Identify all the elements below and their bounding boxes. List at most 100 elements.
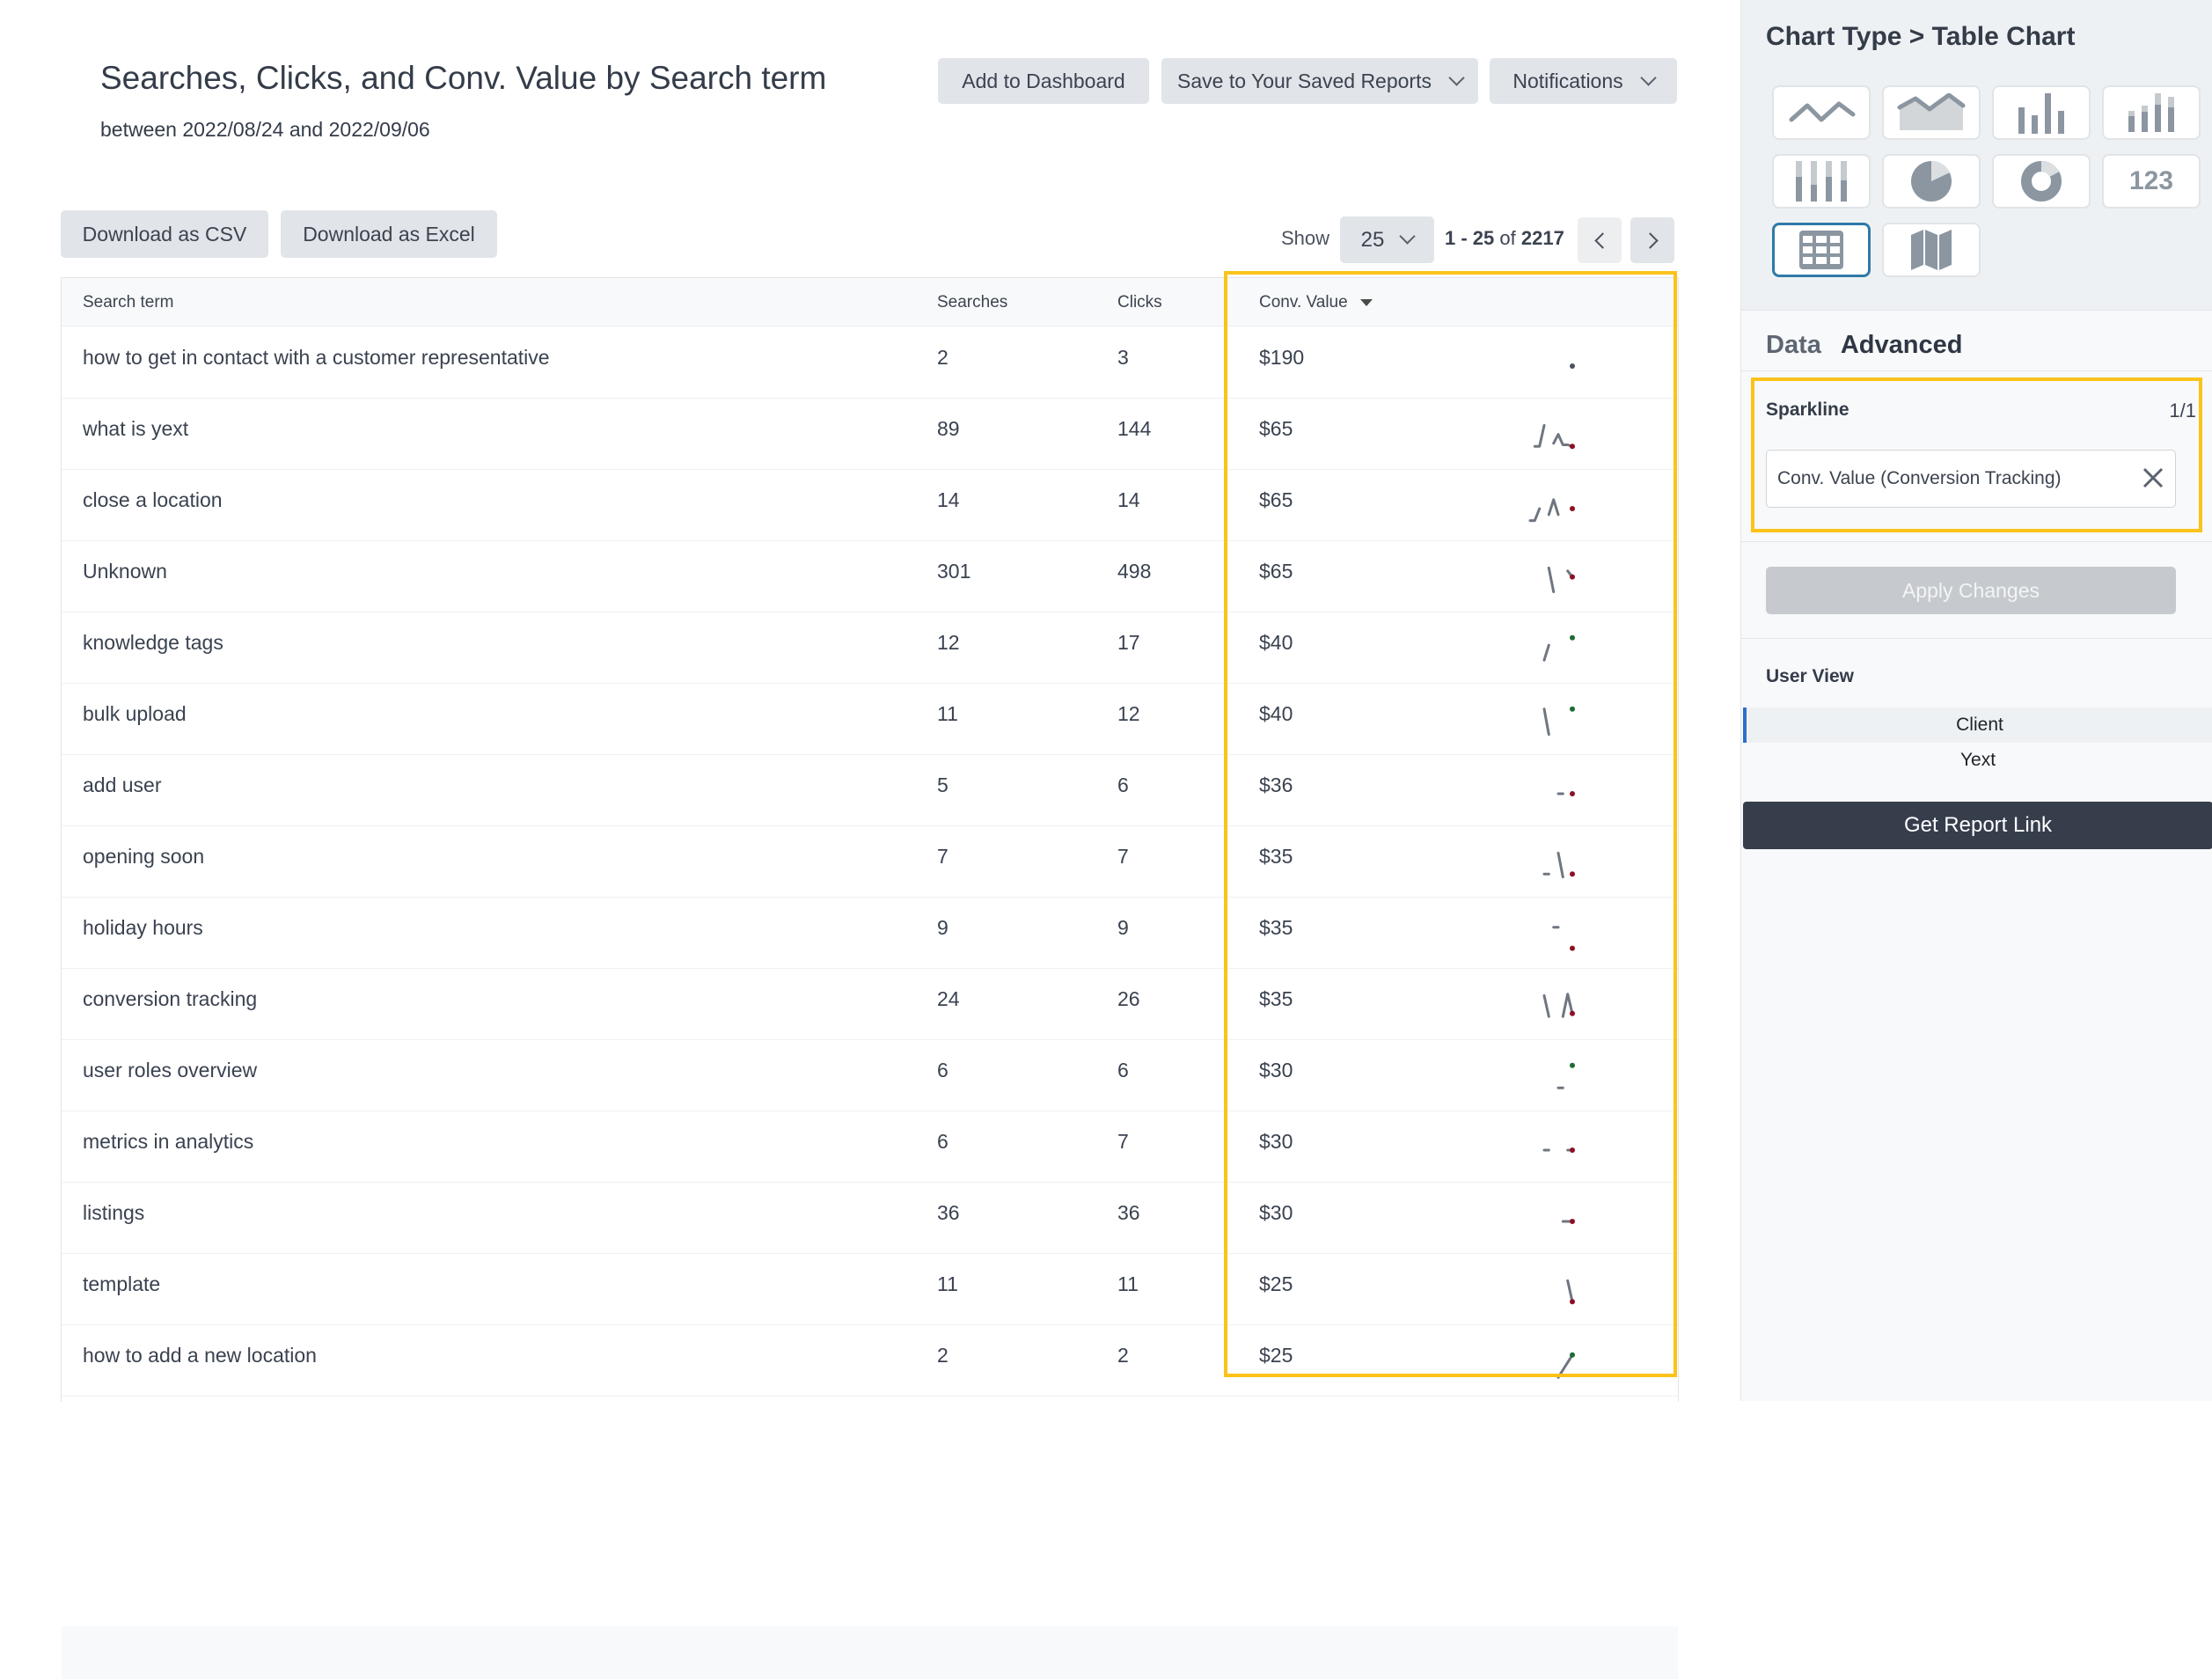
close-icon[interactable]: [2140, 465, 2166, 491]
searches-cell: 12: [937, 631, 960, 654]
column-header-conv-value-label: Conv. Value: [1259, 293, 1348, 312]
table-row: bulk upload 11 12 $40: [62, 683, 1678, 755]
divider: [1741, 541, 2212, 542]
tab-data[interactable]: Data: [1766, 331, 1821, 359]
sparkline-count: 1/1: [2169, 400, 2196, 422]
sparkline-end-dot: [1570, 791, 1575, 796]
report-main: Searches, Clicks, and Conv. Value by Sea…: [0, 0, 1740, 1679]
searches-cell: 14: [937, 488, 960, 511]
chart-type-bar-chart[interactable]: [1992, 85, 2091, 140]
sparkline-label: Sparkline: [1766, 400, 1849, 420]
next-page-button[interactable]: [1630, 217, 1674, 263]
chart-type-pie-chart[interactable]: [1882, 154, 1981, 209]
table-header: Search term Searches Clicks Conv. Value: [62, 278, 1678, 326]
searches-cell: 6: [937, 1059, 949, 1081]
sparkline-end-dot: [1570, 574, 1575, 580]
chart-type-heading: Chart Type > Table Chart: [1766, 22, 2076, 51]
bar-chart-icon: [2015, 92, 2068, 134]
search-term-cell: how to add a new location: [83, 1344, 317, 1367]
searches-cell: 11: [937, 1272, 958, 1295]
searches-cell: 2: [937, 346, 949, 369]
download-excel-label: Download as Excel: [303, 222, 475, 246]
conv-value-cell: $40: [1259, 631, 1293, 654]
conv-value-cell: $65: [1259, 488, 1293, 511]
report-date-range: between 2022/08/24 and 2022/09/06: [100, 118, 430, 141]
searches-cell: 36: [937, 1201, 960, 1224]
sparkline-metric-field[interactable]: Conv. Value (Conversion Tracking): [1766, 450, 2176, 508]
notifications-button[interactable]: Notifications: [1490, 58, 1677, 104]
column-header-searches[interactable]: Searches: [937, 293, 1007, 312]
clicks-cell: 6: [1117, 774, 1129, 796]
search-term-cell: metrics in analytics: [83, 1130, 254, 1153]
sparkline-segment: [1556, 1353, 1574, 1379]
download-csv-button[interactable]: Download as CSV: [61, 210, 268, 258]
sparkline: [1533, 423, 1575, 450]
add-to-dashboard-label: Add to Dashboard: [962, 69, 1125, 92]
user-view-option-client[interactable]: Client: [1743, 708, 2212, 743]
sparkline: [1542, 851, 1575, 879]
get-report-link-button[interactable]: Get Report Link: [1743, 802, 2212, 849]
chart-type-line-chart[interactable]: [1772, 85, 1871, 140]
chart-type-donut-chart[interactable]: [1992, 154, 2091, 209]
pie-chart-icon: [1910, 160, 1952, 202]
column-header-conv-value[interactable]: Conv. Value: [1259, 293, 1373, 312]
line-chart-icon: [1786, 95, 1857, 130]
sort-descending-icon: [1359, 298, 1373, 306]
searches-cell: 2: [937, 1344, 949, 1367]
page-range: 1 - 25 of 2217: [1445, 227, 1564, 250]
sparkline-segment: [1542, 708, 1550, 737]
chart-type-map-chart[interactable]: [1882, 223, 1981, 277]
search-term-cell: add user: [83, 774, 162, 796]
clicks-cell: 2: [1117, 1344, 1129, 1367]
clicks-cell: 9: [1117, 916, 1129, 939]
user-view-option-yext[interactable]: Yext: [1743, 743, 2212, 778]
sparkline: [1556, 791, 1575, 796]
apply-changes-button[interactable]: Apply Changes: [1766, 567, 2176, 614]
chart-type-table-chart[interactable]: [1772, 223, 1871, 277]
conv-value-cell: $35: [1259, 845, 1293, 868]
tabs-divider: [1741, 370, 2212, 371]
page-size-select[interactable]: 25: [1340, 216, 1434, 263]
divider: [1741, 638, 2212, 639]
sparkline: [1561, 1219, 1575, 1224]
sparkline-end-dot: [1570, 945, 1575, 951]
download-excel-button[interactable]: Download as Excel: [281, 210, 497, 258]
table-row: template 11 11 $25: [62, 1253, 1678, 1325]
clicks-cell: 12: [1117, 702, 1140, 725]
add-to-dashboard-button[interactable]: Add to Dashboard: [938, 58, 1149, 104]
chart-type-percent-bar-chart[interactable]: [1772, 154, 1871, 209]
table-icon: [1799, 231, 1843, 269]
sparkline: [1552, 926, 1575, 951]
sparkline-end-dot: [1570, 1010, 1575, 1016]
conv-value-cell: $36: [1259, 774, 1293, 796]
page-range-current: 1 - 25: [1445, 227, 1495, 249]
sparkline-end-dot: [1570, 444, 1575, 450]
column-header-clicks[interactable]: Clicks: [1117, 293, 1162, 312]
chart-type-area-chart[interactable]: [1882, 85, 1981, 140]
column-header-search-term[interactable]: Search term: [83, 293, 173, 312]
searches-cell: 301: [937, 560, 971, 583]
table-row: holiday hours 9 9 $35: [62, 897, 1678, 969]
searches-cell: 5: [937, 774, 949, 796]
number-icon: 123: [2128, 166, 2174, 195]
save-reports-button[interactable]: Save to Your Saved Reports: [1161, 58, 1478, 104]
conv-value-cell: $25: [1259, 1272, 1293, 1295]
chevron-down-icon: [1399, 228, 1417, 245]
clicks-cell: 26: [1117, 987, 1140, 1010]
chevron-down-icon: [1448, 69, 1465, 86]
searches-cell: 24: [937, 987, 960, 1010]
searches-cell: 89: [937, 417, 960, 440]
conv-value-cell: $30: [1259, 1059, 1293, 1081]
sparkline-end-dot: [1570, 706, 1575, 712]
conv-value-cell: $25: [1259, 1344, 1293, 1367]
page-size-value: 25: [1360, 227, 1385, 252]
search-term-cell: close a location: [83, 488, 223, 511]
sparkline-segment: [1552, 433, 1574, 448]
chart-type-stacked-bar-chart[interactable]: [2102, 85, 2201, 140]
sparkline-end-dot: [1570, 1147, 1575, 1153]
tab-advanced[interactable]: Advanced: [1841, 331, 1963, 359]
previous-page-button[interactable]: [1578, 217, 1622, 263]
chart-type-number-chart[interactable]: 123: [2102, 154, 2201, 209]
page-range-total: 2217: [1520, 227, 1564, 249]
sparkline-segment: [1547, 498, 1560, 517]
